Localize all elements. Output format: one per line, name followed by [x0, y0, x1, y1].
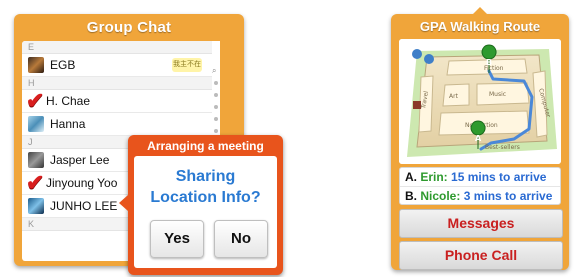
- arrival-line-a: A. Erin: 15 mins to arrive: [400, 168, 560, 186]
- info-icon[interactable]: [424, 54, 434, 64]
- checkmark-icon: ✔: [26, 170, 45, 195]
- group-chat-title: Group Chat: [86, 19, 172, 36]
- walking-route-title: GPA Walking Route: [419, 19, 541, 34]
- door-icon: [413, 101, 421, 109]
- contact-row-hanna[interactable]: Hanna: [22, 113, 217, 136]
- panel-pointer: [473, 7, 487, 14]
- arrival-time: 3 mins to arrive: [463, 189, 553, 203]
- arrival-line-b: B. Nicole: 3 mins to arrive: [400, 186, 560, 205]
- yes-button[interactable]: Yes: [150, 220, 204, 258]
- map-label-music: Music: [489, 91, 506, 98]
- contact-row-egb[interactable]: EGB 我主不在: [22, 54, 217, 77]
- contact-name: Jinyoung Yoo: [46, 176, 118, 190]
- meeting-dialog: Arranging a meeting Sharing Location Inf…: [119, 135, 283, 275]
- arrival-name: Nicole:: [420, 189, 461, 203]
- marker-b-label: B: [486, 58, 492, 67]
- contact-name: JUNHO LEE: [50, 199, 118, 213]
- map-graphic: Fiction Art Music Non-fiction Best-selle…: [399, 39, 561, 164]
- dialog-question: Sharing Location Info?: [134, 166, 277, 208]
- section-header: E: [22, 41, 217, 54]
- info-icon[interactable]: [412, 49, 422, 59]
- question-line-2: Location Info?: [150, 189, 261, 206]
- arrival-letter: B.: [405, 189, 417, 203]
- index-dot: [214, 117, 218, 121]
- index-dot: [214, 81, 218, 85]
- arrival-letter: A.: [405, 170, 417, 184]
- no-button[interactable]: No: [214, 220, 268, 258]
- arrival-time: 15 mins to arrive: [451, 170, 547, 184]
- contact-name: Jasper Lee: [50, 153, 110, 167]
- marker-a-label: A: [475, 134, 482, 143]
- index-dot: [214, 129, 218, 133]
- contact-row-h-chae[interactable]: ✔ H. Chae: [22, 90, 217, 113]
- contact-name: EGB: [50, 58, 76, 72]
- route-map[interactable]: Fiction Art Music Non-fiction Best-selle…: [399, 39, 561, 164]
- arrival-name: Erin:: [420, 170, 448, 184]
- search-icon[interactable]: ⌕: [212, 66, 216, 76]
- index-dot: [214, 93, 218, 97]
- question-line-1: Sharing: [175, 168, 236, 185]
- map-label-bestsellers: Best-sellers: [485, 144, 520, 151]
- walking-route-panel: GPA Walking Route Fiction Art Music Non-…: [391, 7, 569, 270]
- contact-name: H. Chae: [46, 94, 91, 108]
- index-dot: [214, 105, 218, 109]
- arrival-info: A. Erin: 15 mins to arrive B. Nicole: 3 …: [399, 167, 561, 205]
- dialog-title: Arranging a meeting: [147, 139, 264, 153]
- contact-name: Hanna: [50, 117, 86, 131]
- avatar: [28, 152, 44, 168]
- dialog-body: Sharing Location Info? Yes No: [134, 156, 277, 268]
- avatar: [28, 198, 44, 214]
- section-header: H: [22, 77, 217, 90]
- dialog-pointer: [119, 195, 128, 211]
- checkmark-icon: ✔: [26, 88, 45, 113]
- avatar: [28, 57, 44, 73]
- avatar: [28, 116, 44, 132]
- phone-call-button[interactable]: Phone Call: [399, 241, 563, 270]
- messages-button[interactable]: Messages: [399, 209, 563, 238]
- map-label-art: Art: [449, 93, 459, 100]
- status-tag: 我主不在: [172, 58, 202, 72]
